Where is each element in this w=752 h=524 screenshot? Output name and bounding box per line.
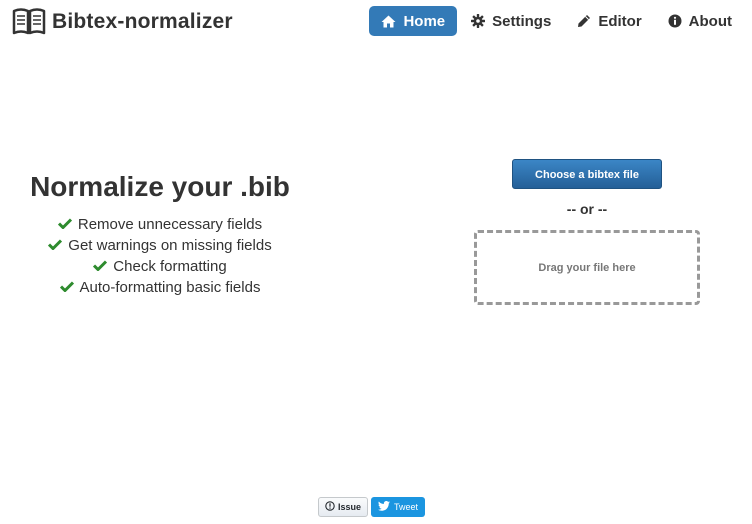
feature-item: Check formatting [0,256,320,277]
footer-buttons: Issue Tweet [318,497,426,517]
file-dropzone[interactable]: Drag your file here [474,230,700,305]
issue-icon [325,501,335,513]
choose-file-button[interactable]: Choose a bibtex file [512,159,662,189]
or-separator: -- or -- [566,201,608,217]
feature-label: Remove unnecessary fields [77,216,263,233]
info-icon [668,14,682,28]
app-title: Bibtex-normalizer [52,10,233,33]
issue-label: Issue [338,502,362,512]
twitter-bird-icon [378,501,391,513]
hero-section: Normalize your .bib Remove unnecessary f… [0,170,320,298]
issue-button[interactable]: Issue [318,497,369,517]
feature-item: Get warnings on missing fields [0,235,320,256]
dropzone-label: Drag your file here [538,261,636,274]
feature-label: Auto-formatting basic fields [79,279,261,296]
feature-label: Get warnings on missing fields [68,237,272,254]
check-icon [57,214,72,235]
check-icon [59,277,74,298]
pencil-icon [577,14,591,28]
nav-item-label: Editor [598,12,642,30]
page-title: Normalize your .bib [30,171,290,202]
page: Bibtex-normalizer Home Settings Editor A… [0,0,752,524]
check-icon [93,256,108,277]
nav-item-label: Settings [492,12,552,30]
feature-item: Remove unnecessary fields [0,214,320,235]
feature-list: Remove unnecessary fields Get warnings o… [0,214,320,298]
nav-item-label: Home [403,12,446,30]
nav-item-settings[interactable]: Settings [459,6,563,36]
nav-item-about[interactable]: About [656,6,744,36]
check-icon [48,235,63,256]
tweet-button[interactable]: Tweet [371,497,426,517]
feature-item: Auto-formatting basic fields [0,277,320,298]
tweet-label: Tweet [394,502,419,512]
gear-icon [471,14,486,28]
nav-item-label: About [688,12,732,30]
home-icon [381,15,396,28]
feature-label: Check formatting [113,258,227,275]
brand[interactable]: Bibtex-normalizer [12,6,233,38]
nav-item-editor[interactable]: Editor [565,6,653,36]
upload-section: Choose a bibtex file -- or -- Drag your … [474,159,700,305]
book-open-icon [12,7,46,37]
main-nav: Home Settings Editor About [367,6,744,36]
nav-item-home[interactable]: Home [369,6,458,36]
